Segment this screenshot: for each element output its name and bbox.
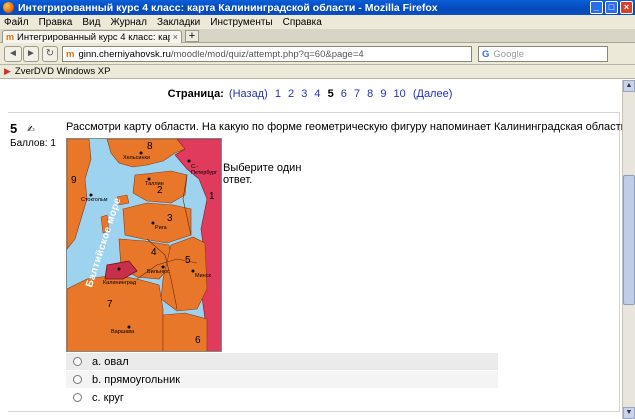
question-score: Баллов: 1 (10, 138, 56, 149)
city-label-stockholm: Стокгольм (81, 197, 108, 203)
menu-tools[interactable]: Инструменты (210, 17, 272, 28)
url-text: ginn.cherniyahovsk.ru/moodle/mod/quiz/at… (78, 48, 364, 60)
moodle-icon: m (6, 32, 15, 42)
region-number-5: 5 (185, 255, 191, 266)
tab-close-icon[interactable]: × (173, 32, 178, 42)
region-number-3: 3 (167, 213, 173, 224)
page-link-9[interactable]: 9 (380, 88, 386, 100)
bookmarks-toolbar: ▶ ZverDVD Windows XP (0, 65, 635, 79)
page-current: 5 (327, 88, 334, 100)
search-input[interactable]: G Google (478, 46, 608, 62)
answer-option-b[interactable]: b. прямоугольник (66, 371, 498, 388)
menu-bar: Файл Правка Вид Журнал Закладки Инструме… (0, 15, 635, 29)
choose-instruction: Выберите один ответ. (223, 162, 302, 186)
region-number-6: 6 (195, 335, 201, 346)
forward-button[interactable]: ► (23, 46, 39, 62)
page-link-7[interactable]: 7 (354, 88, 360, 100)
bookmark-icon: ▶ (4, 66, 11, 76)
pages-label: Страница: (167, 88, 224, 100)
region-number-9: 9 (71, 175, 77, 186)
region-number-2: 2 (157, 185, 163, 196)
menu-view[interactable]: Вид (82, 17, 100, 28)
region-map-image: Хельсинки С.-Петербург Таллин Стокгольм … (66, 138, 222, 352)
bookmark-zverdvd[interactable]: ZverDVD Windows XP (15, 66, 111, 77)
option-b-letter: b. (92, 373, 102, 386)
city-label-riga: Рига (155, 225, 167, 231)
page-navigation: Страница: (Назад) 1 2 3 4 5 6 7 8 9 10 (… (0, 88, 622, 100)
page-next-link[interactable]: (Далее) (413, 88, 453, 100)
city-label-minsk: Минск (195, 273, 211, 279)
google-icon: G (482, 48, 490, 60)
option-a-letter: a. (92, 355, 102, 368)
city-label-vilnius: Вильнюс (147, 269, 170, 275)
option-b-text: прямоугольник (104, 373, 181, 386)
menu-bookmarks[interactable]: Закладки (157, 17, 200, 28)
menu-history[interactable]: Журнал (110, 17, 147, 28)
page-link-8[interactable]: 8 (367, 88, 373, 100)
close-button[interactable]: × (620, 1, 633, 14)
scroll-thumb[interactable] (623, 175, 635, 305)
answer-option-a[interactable]: a. овал (66, 353, 498, 370)
flag-icon[interactable]: ✍ (27, 124, 35, 135)
region-number-1: 1 (209, 191, 215, 202)
search-placeholder: Google (493, 48, 525, 60)
city-label-kaliningrad: Калининград (103, 280, 137, 286)
window-titlebar: Интегрированный курс 4 класс: карта Кали… (0, 0, 635, 15)
window-title: Интегрированный курс 4 класс: карта Кали… (18, 1, 438, 14)
navigation-toolbar: ◄ ► ↻ m ginn.cherniyahovsk.ru/moodle/mod… (0, 43, 635, 65)
reload-button[interactable]: ↻ (42, 46, 58, 62)
radio-a[interactable] (73, 357, 82, 366)
region-number-7: 7 (107, 299, 113, 310)
tab-label: Интегрированный курс 4 класс: карта ... (17, 31, 170, 43)
page-prev-link[interactable]: (Назад) (229, 88, 268, 100)
region-number-8: 8 (147, 141, 153, 152)
page-link-10[interactable]: 10 (394, 88, 406, 100)
page-content: Страница: (Назад) 1 2 3 4 5 6 7 8 9 10 (… (0, 80, 622, 419)
maximize-button[interactable]: □ (605, 1, 618, 14)
page-link-1[interactable]: 1 (275, 88, 281, 100)
minimize-button[interactable]: _ (590, 1, 603, 14)
page-link-4[interactable]: 4 (314, 88, 320, 100)
window-controls: _ □ × (590, 1, 633, 14)
firefox-icon (3, 2, 14, 13)
region-number-4: 4 (151, 247, 157, 258)
city-label-helsinki: Хельсинки (123, 155, 150, 161)
new-tab-button[interactable]: + (185, 30, 199, 42)
page-link-3[interactable]: 3 (301, 88, 307, 100)
menu-help[interactable]: Справка (283, 17, 322, 28)
radio-b[interactable] (73, 375, 82, 384)
option-c-text: круг (103, 391, 124, 404)
option-c-letter: c. (92, 391, 101, 404)
question-number: 5 (10, 121, 18, 136)
city-label-warsaw: Варшава (111, 329, 135, 335)
scroll-down-button[interactable]: ▼ (623, 407, 635, 419)
option-a-text: овал (104, 355, 129, 368)
tab-bar: m Интегрированный курс 4 класс: карта ..… (0, 29, 635, 43)
site-icon: m (66, 48, 75, 60)
answer-option-c[interactable]: c. круг (66, 389, 498, 406)
tab-quiz[interactable]: m Интегрированный курс 4 класс: карта ..… (2, 30, 182, 43)
vertical-scrollbar[interactable]: ▲ ▼ (622, 80, 635, 419)
page-link-6[interactable]: 6 (341, 88, 347, 100)
question-text: Рассмотри карту области. На какую по фор… (66, 121, 622, 133)
back-button[interactable]: ◄ (4, 46, 22, 62)
url-bar[interactable]: m ginn.cherniyahovsk.ru/moodle/mod/quiz/… (62, 46, 524, 62)
menu-file[interactable]: Файл (4, 17, 29, 28)
menu-edit[interactable]: Правка (39, 17, 73, 28)
city-label-spb: С.-Петербург (191, 164, 218, 176)
page-link-2[interactable]: 2 (288, 88, 294, 100)
scroll-up-button[interactable]: ▲ (623, 80, 635, 92)
radio-c[interactable] (73, 393, 82, 402)
